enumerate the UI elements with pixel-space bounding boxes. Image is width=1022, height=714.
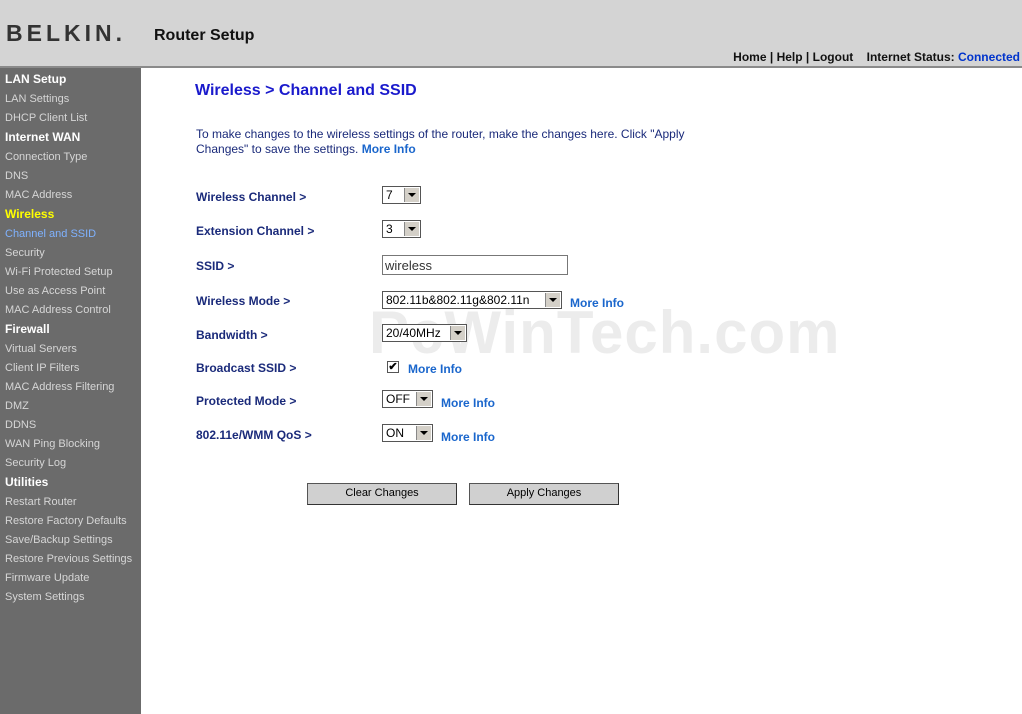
internet-status-label: Internet Status: [866,50,955,64]
wireless-mode-more-info-link[interactable]: More Info [570,296,624,310]
sidebar-item-security-log[interactable]: Security Log [5,457,66,469]
wireless-mode-label: Wireless Mode > [196,294,291,308]
sidebar-item-dhcp-client-list[interactable]: DHCP Client List [5,112,87,124]
extension-channel-select[interactable]: 3 [382,220,421,238]
sidebar-item-dns[interactable]: DNS [5,170,28,182]
sidebar-item-access-point[interactable]: Use as Access Point [5,285,105,297]
sidebar-item-restore-previous[interactable]: Restore Previous Settings [5,553,132,565]
apply-changes-button[interactable]: Apply Changes [469,483,619,505]
sidebar-item-lan-settings[interactable]: LAN Settings [5,93,69,105]
sidebar-item-system-settings[interactable]: System Settings [5,591,84,603]
nav-separator: | [769,50,774,64]
protected-mode-more-info-link[interactable]: More Info [441,396,495,410]
internet-status-value: Connected [957,50,1020,64]
sidebar-head-lan-setup: LAN Setup [5,72,67,86]
sidebar-item-ddns[interactable]: DDNS [5,419,36,431]
sidebar: LAN Setup LAN Settings DHCP Client List … [0,68,141,714]
sidebar-item-wan-ping[interactable]: WAN Ping Blocking [5,438,100,450]
intro-paragraph: To make changes to the wireless settings… [196,127,685,156]
sidebar-head-internet-wan: Internet WAN [5,130,81,144]
broadcast-ssid-label: Broadcast SSID > [196,361,297,375]
sidebar-item-security[interactable]: Security [5,247,45,259]
clear-changes-button[interactable]: Clear Changes [307,483,457,505]
protected-mode-value: OFF [386,392,410,406]
header: BELKIN. Router Setup Home | Help | Logou… [0,0,1022,66]
extension-channel-label: Extension Channel > [196,224,315,238]
logout-link[interactable]: Logout [813,50,854,64]
extension-channel-value: 3 [386,222,393,236]
sidebar-item-connection-type[interactable]: Connection Type [5,151,87,163]
chevron-down-icon [450,326,465,340]
broadcast-ssid-checkbox[interactable]: ✔ [387,361,399,373]
intro-more-info-link[interactable]: More Info [362,142,416,156]
wireless-mode-select[interactable]: 802.11b&802.11g&802.11n [382,291,562,309]
chevron-down-icon [545,293,560,307]
app-title: Router Setup [154,27,255,44]
sidebar-item-restart[interactable]: Restart Router [5,496,77,508]
protected-mode-select[interactable]: OFF [382,390,433,408]
bandwidth-select[interactable]: 20/40MHz [382,324,467,342]
chevron-down-icon [404,188,419,202]
main-content: PcWinTech.com Wireless > Channel and SSI… [141,68,1022,714]
sidebar-item-client-ip-filters[interactable]: Client IP Filters [5,362,79,374]
bandwidth-label: Bandwidth > [196,328,268,342]
bandwidth-value: 20/40MHz [386,326,441,340]
sidebar-head-firewall: Firewall [5,322,50,336]
qos-more-info-link[interactable]: More Info [441,430,495,444]
sidebar-item-mac-control[interactable]: MAC Address Control [5,304,111,316]
wireless-channel-select[interactable]: 7 [382,186,421,204]
qos-select[interactable]: ON [382,424,433,442]
chevron-down-icon [404,222,419,236]
top-nav: Home | Help | Logout Internet Status: Co… [733,50,1020,64]
home-link[interactable]: Home [733,50,766,64]
sidebar-item-channel-ssid[interactable]: Channel and SSID [5,228,96,240]
chevron-down-icon [416,392,431,406]
chevron-down-icon [416,426,431,440]
page-title: Wireless > Channel and SSID [195,82,417,99]
help-link[interactable]: Help [777,50,803,64]
sidebar-item-firmware[interactable]: Firmware Update [5,572,89,584]
sidebar-head-utilities: Utilities [5,475,49,489]
intro-text: To make changes to the wireless settings… [196,127,716,157]
protected-mode-label: Protected Mode > [196,394,297,408]
sidebar-item-wps[interactable]: Wi-Fi Protected Setup [5,266,113,278]
belkin-logo: BELKIN. [6,20,127,46]
ssid-label: SSID > [196,259,235,273]
nav-separator: | [805,50,810,64]
wireless-channel-value: 7 [386,188,393,202]
wireless-channel-label: Wireless Channel > [196,190,307,204]
qos-value: ON [386,426,404,440]
sidebar-item-restore-factory[interactable]: Restore Factory Defaults [5,515,127,527]
ssid-input[interactable]: wireless [382,255,568,275]
sidebar-item-virtual-servers[interactable]: Virtual Servers [5,343,77,355]
wireless-mode-value: 802.11b&802.11g&802.11n [386,293,530,307]
qos-label: 802.11e/WMM QoS > [196,428,312,442]
sidebar-item-dmz[interactable]: DMZ [5,400,29,412]
sidebar-head-wireless: Wireless [5,207,55,221]
sidebar-item-mac-address[interactable]: MAC Address [5,189,72,201]
sidebar-item-mac-filtering[interactable]: MAC Address Filtering [5,381,114,393]
broadcast-ssid-more-info-link[interactable]: More Info [408,362,462,376]
sidebar-item-save-backup[interactable]: Save/Backup Settings [5,534,113,546]
